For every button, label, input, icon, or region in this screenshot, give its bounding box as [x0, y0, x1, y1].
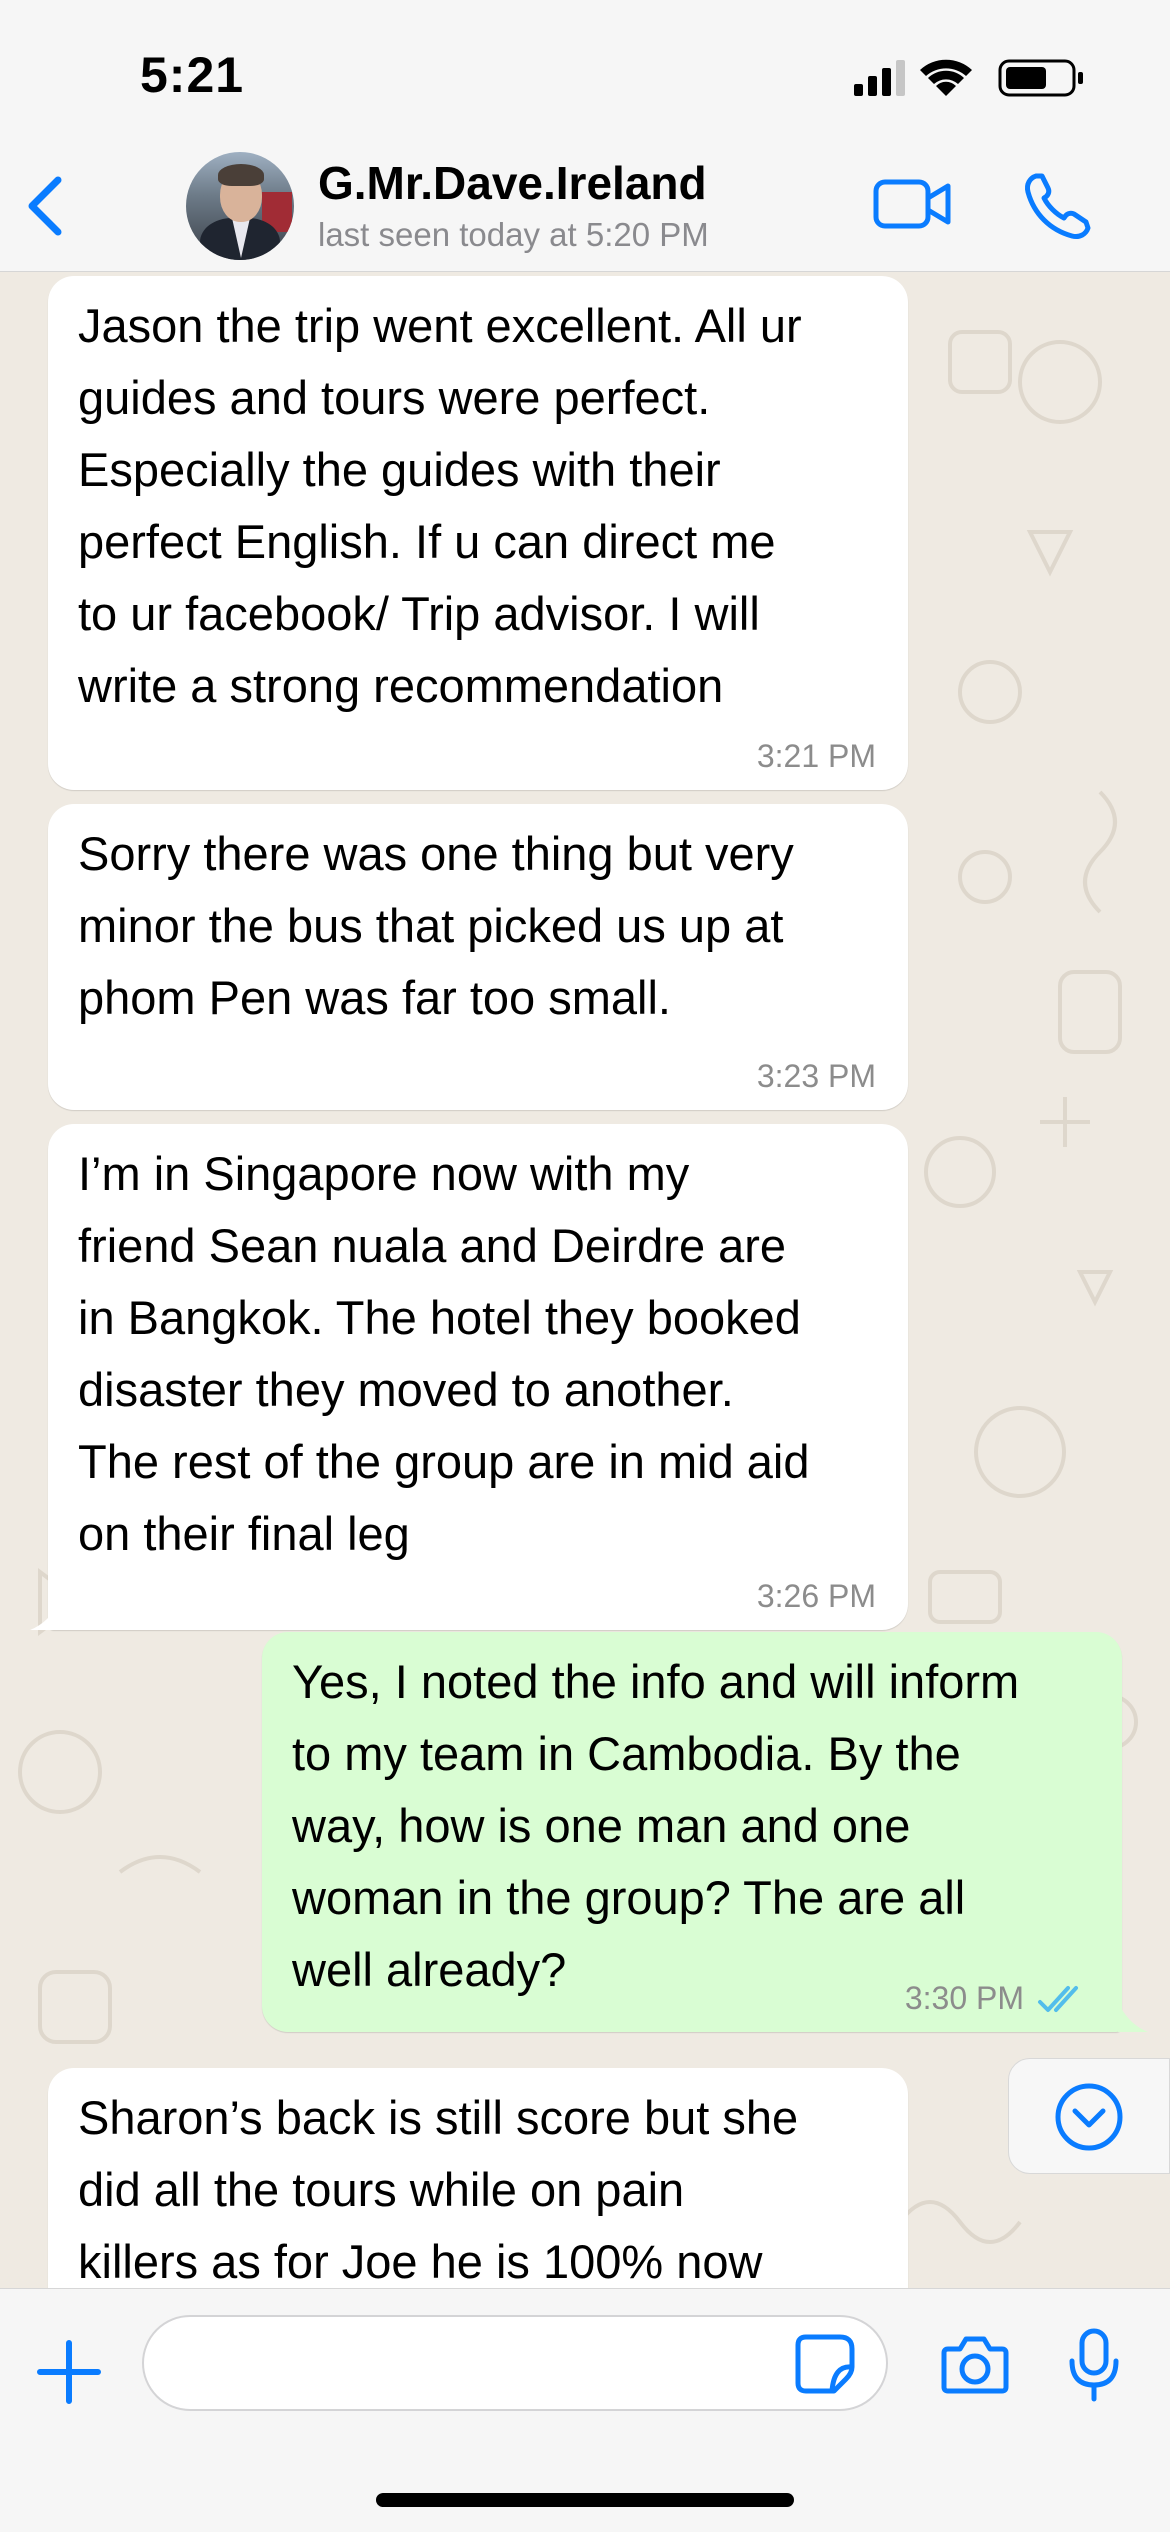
message-text: Sharon’s back is still score but she did…	[78, 2091, 799, 2288]
signal-icon	[854, 60, 905, 96]
read-receipt-icon	[1038, 1986, 1078, 2012]
chevron-down-circle-icon	[1055, 2083, 1123, 2151]
plus-icon[interactable]	[36, 2339, 102, 2405]
message-incoming[interactable]: Sharon’s back is still score but she did…	[48, 2068, 908, 2288]
status-icons	[854, 59, 1083, 97]
message-time: 3:30 PM	[904, 1980, 1024, 2016]
message-text: Jason the trip went excellent. All ur gu…	[78, 299, 802, 712]
sticker-icon[interactable]	[794, 2333, 856, 2395]
chat-header: 5:21 G.Mr.Dave.Ireland last seen today a…	[0, 0, 1170, 272]
message-text: Yes, I noted the info and will inform to…	[292, 1655, 1020, 1996]
wifi-icon	[920, 59, 972, 96]
message-incoming[interactable]: Sorry there was one thing but very minor…	[48, 804, 908, 1110]
camera-icon[interactable]	[940, 2333, 1010, 2395]
bubble-tail	[30, 1600, 60, 1630]
message-time: 3:26 PM	[756, 1578, 876, 1614]
message-incoming[interactable]: Jason the trip went excellent. All ur gu…	[48, 276, 908, 790]
contact-name[interactable]: G.Mr.Dave.Ireland	[318, 156, 707, 210]
message-incoming[interactable]: I’m in Singapore now with my friend Sean…	[48, 1124, 908, 1630]
last-seen-status: last seen today at 5:20 PM	[318, 216, 709, 253]
battery-icon	[998, 59, 1083, 97]
scroll-to-bottom-button[interactable]	[1008, 2058, 1170, 2174]
message-time: 3:21 PM	[756, 738, 876, 774]
message-list[interactable]: Jason the trip went excellent. All ur gu…	[0, 272, 1170, 2288]
message-outgoing[interactable]: Yes, I noted the info and will inform to…	[262, 1632, 1122, 2032]
message-text: Sorry there was one thing but very minor…	[78, 827, 794, 1024]
chevron-left-icon[interactable]	[20, 170, 70, 242]
video-call-icon[interactable]	[872, 176, 952, 232]
avatar[interactable]	[186, 152, 294, 260]
phone-call-icon[interactable]	[1020, 170, 1092, 242]
message-time: 3:23 PM	[756, 1058, 876, 1094]
message-input[interactable]	[142, 2315, 888, 2411]
home-indicator	[376, 2493, 794, 2507]
composer-bar	[0, 2288, 1170, 2532]
message-text: I’m in Singapore now with my friend Sean…	[78, 1147, 810, 1560]
status-time: 5:21	[140, 47, 245, 103]
bubble-tail	[1118, 2002, 1148, 2032]
microphone-icon[interactable]	[1068, 2327, 1120, 2403]
